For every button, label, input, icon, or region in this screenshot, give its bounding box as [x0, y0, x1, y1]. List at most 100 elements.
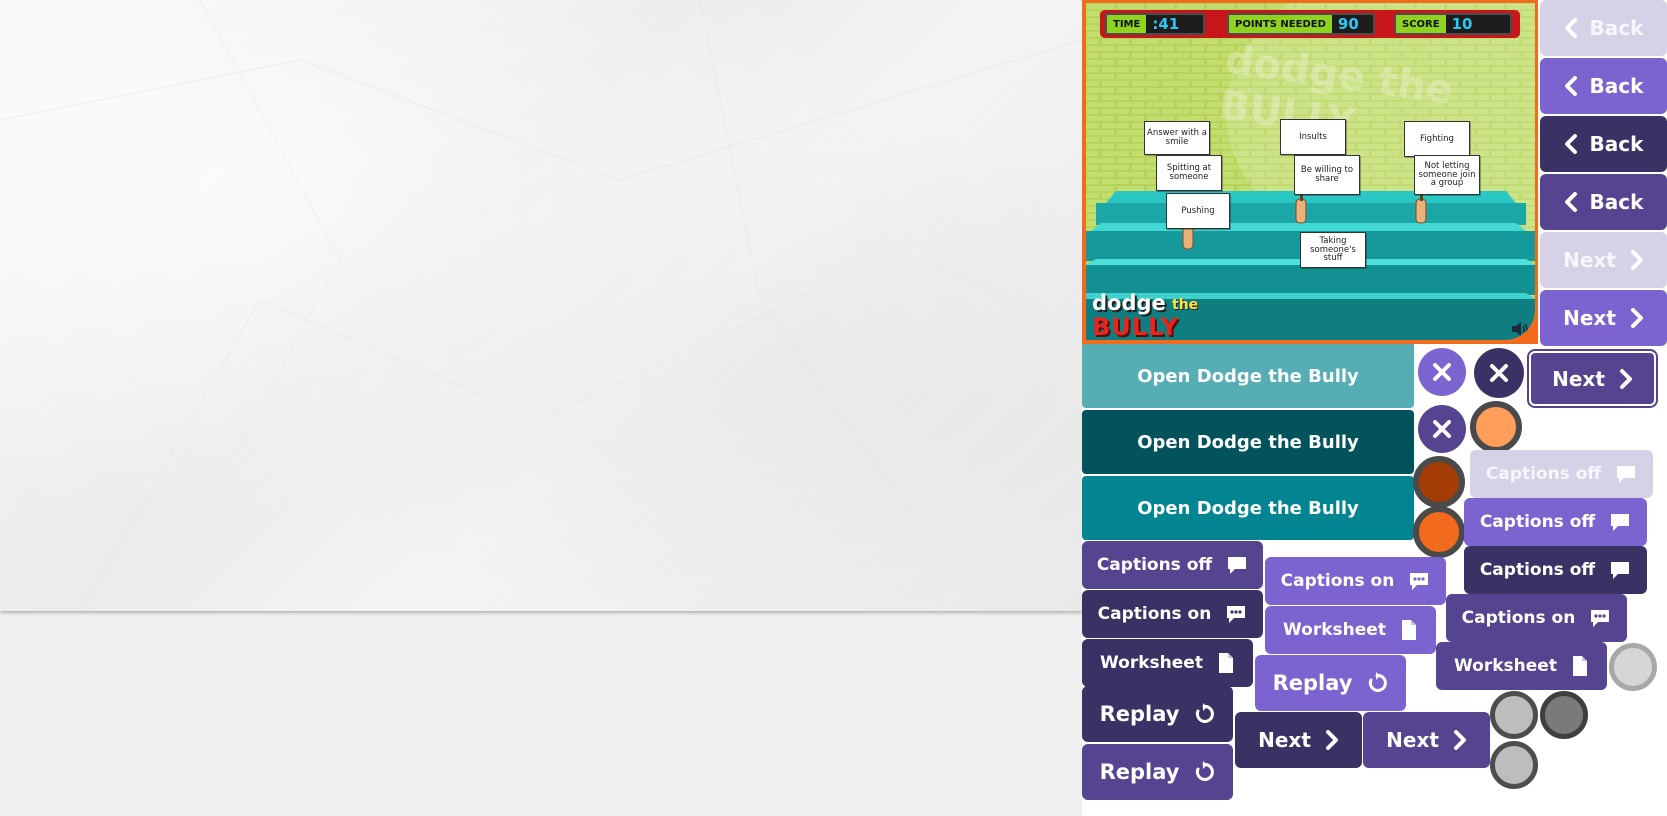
captions-on-label: Captions on	[1461, 608, 1576, 628]
speech-bubble-dots-icon	[1408, 571, 1430, 591]
close-icon	[1433, 363, 1451, 381]
sign-card[interactable]: Insults	[1280, 119, 1346, 155]
chevron-right-icon	[1453, 730, 1467, 750]
speech-bubble-icon	[1615, 464, 1637, 484]
captions-on-button[interactable]: Captions on	[1265, 557, 1446, 605]
captions-on-button[interactable]: Captions on	[1446, 594, 1627, 642]
time-label: TIME	[1107, 15, 1147, 33]
next-button[interactable]: Next	[1235, 712, 1362, 768]
replay-button[interactable]: Replay	[1082, 744, 1233, 800]
worksheet-label: Worksheet	[1100, 653, 1203, 673]
close-button[interactable]	[1474, 348, 1524, 398]
next-button[interactable]: Next	[1363, 712, 1490, 768]
worksheet-label: Worksheet	[1454, 656, 1557, 676]
captions-off-button[interactable]: Captions off	[1464, 546, 1647, 594]
sign-card[interactable]: Fighting	[1404, 121, 1470, 157]
open-game-button[interactable]: Open Dodge the Bully	[1082, 476, 1414, 540]
captions-on-button[interactable]: Captions on	[1082, 590, 1263, 638]
next-button[interactable]: Next	[1540, 232, 1667, 288]
logo-bully: BULLY	[1092, 313, 1180, 340]
captions-off-button[interactable]: Captions off	[1464, 498, 1647, 546]
chevron-right-icon	[1630, 250, 1644, 270]
back-button[interactable]: Back	[1540, 116, 1667, 172]
sign-card[interactable]: Pushing	[1166, 193, 1230, 229]
next-button[interactable]: Next	[1540, 290, 1667, 346]
chevron-right-icon	[1630, 308, 1644, 328]
worksheet-button[interactable]: Worksheet	[1265, 606, 1436, 654]
open-game-button[interactable]: Open Dodge the Bully	[1082, 410, 1414, 474]
game-logo: dodge the BULLY	[1092, 291, 1202, 340]
replay-icon	[1193, 703, 1215, 725]
sign-card[interactable]: Not letting someone join a group	[1414, 155, 1480, 195]
document-icon	[1571, 655, 1589, 677]
speech-bubble-dots-icon	[1589, 608, 1611, 628]
time-display: TIME :41	[1105, 13, 1205, 35]
document-icon	[1217, 652, 1235, 674]
replay-icon	[1193, 761, 1215, 783]
sign-card[interactable]: Be willing to share	[1294, 155, 1360, 195]
speech-bubble-icon	[1609, 512, 1631, 532]
back-button[interactable]: Back	[1540, 174, 1667, 230]
sign-card[interactable]: Taking someone's stuff	[1300, 232, 1366, 268]
replay-label: Replay	[1272, 671, 1353, 695]
captions-off-label: Captions off	[1485, 464, 1602, 484]
close-button[interactable]	[1418, 348, 1466, 396]
open-game-button[interactable]: Open Dodge the Bully	[1082, 344, 1414, 408]
captions-off-button[interactable]: Captions off	[1082, 541, 1263, 589]
replay-button[interactable]: Replay	[1255, 655, 1406, 711]
open-game-label: Open Dodge the Bully	[1137, 431, 1359, 453]
captions-on-label: Captions on	[1097, 604, 1212, 624]
orange-dot-button[interactable]	[1413, 456, 1465, 508]
grey-dot-button[interactable]	[1540, 691, 1588, 739]
sign-card[interactable]: Spitting at someone	[1156, 155, 1222, 191]
next-label: Next	[1563, 306, 1616, 330]
replay-button[interactable]: Replay	[1082, 686, 1233, 742]
close-button[interactable]	[1418, 405, 1466, 453]
close-icon	[1490, 364, 1508, 382]
points-value: 90	[1337, 15, 1359, 33]
replay-icon	[1366, 672, 1388, 694]
back-label: Back	[1589, 190, 1644, 214]
back-label: Back	[1589, 132, 1644, 156]
speech-bubble-icon	[1226, 555, 1248, 575]
chevron-right-icon	[1619, 368, 1633, 389]
replay-label: Replay	[1099, 760, 1180, 784]
close-icon	[1433, 420, 1451, 438]
captions-off-label: Captions off	[1096, 555, 1213, 575]
back-button[interactable]: Back	[1540, 0, 1667, 56]
next-label: Next	[1386, 728, 1439, 752]
grey-dot-button[interactable]	[1490, 741, 1538, 789]
sign-card[interactable]: Answer with a smile	[1144, 121, 1210, 155]
speech-bubble-icon	[1609, 560, 1631, 580]
chevron-left-icon	[1564, 192, 1578, 212]
captions-off-button[interactable]: Captions off	[1470, 450, 1653, 498]
captions-off-label: Captions off	[1479, 512, 1596, 532]
score-label: SCORE	[1396, 15, 1446, 33]
next-button-focused[interactable]: Next	[1529, 351, 1656, 406]
score-value: 10	[1451, 15, 1473, 33]
open-game-label: Open Dodge the Bully	[1137, 497, 1359, 519]
game-screen[interactable]: dodge the BULLY Answer with a smile Spit…	[1086, 3, 1535, 340]
back-label: Back	[1589, 16, 1644, 40]
worksheet-button[interactable]: Worksheet	[1082, 639, 1253, 687]
orange-dot-button[interactable]	[1470, 401, 1522, 453]
worksheet-label: Worksheet	[1283, 620, 1386, 640]
speaker-icon[interactable]	[1511, 321, 1529, 337]
grey-dot-button[interactable]	[1490, 691, 1538, 739]
points-label: POINTS NEEDED	[1229, 15, 1332, 33]
chevron-left-icon	[1564, 134, 1578, 154]
next-label: Next	[1258, 728, 1311, 752]
orange-dot-button[interactable]	[1413, 506, 1465, 558]
paper-texture	[0, 0, 1082, 611]
open-game-label: Open Dodge the Bully	[1137, 365, 1359, 387]
back-label: Back	[1589, 74, 1644, 98]
grey-dot-button[interactable]	[1609, 643, 1657, 691]
back-button[interactable]: Back	[1540, 58, 1667, 114]
points-display: POINTS NEEDED 90	[1227, 13, 1375, 35]
next-label: Next	[1563, 248, 1616, 272]
captions-on-label: Captions on	[1280, 571, 1395, 591]
document-icon	[1400, 619, 1418, 641]
time-value: :41	[1152, 15, 1180, 33]
logo-dodge: dodge	[1092, 291, 1166, 315]
worksheet-button[interactable]: Worksheet	[1436, 642, 1607, 690]
